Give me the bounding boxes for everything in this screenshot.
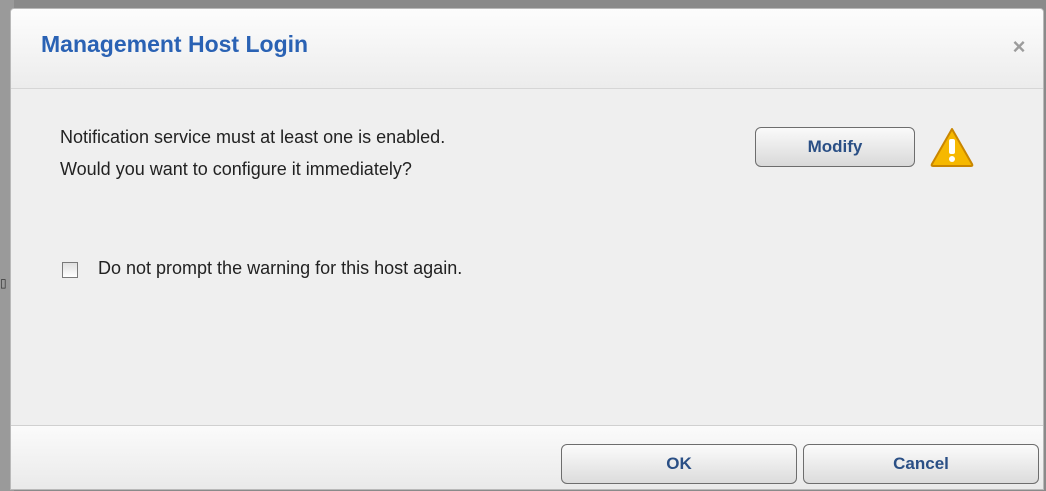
notification-message: Notification service must at least one i… [60, 121, 445, 185]
do-not-prompt-label: Do not prompt the warning for this host … [98, 258, 463, 278]
message-line-2: Would you want to configure it immediate… [60, 159, 412, 179]
dialog-titlebar: Management Host Login × [11, 9, 1043, 89]
dialog-title: Management Host Login [41, 31, 309, 57]
close-icon[interactable]: × [1009, 36, 1029, 58]
do-not-prompt-checkbox[interactable] [62, 262, 78, 278]
background-window-edge: ▯ [0, 276, 7, 290]
warning-icon [930, 128, 974, 167]
ok-button[interactable]: OK [561, 444, 797, 484]
message-line-1: Notification service must at least one i… [60, 127, 446, 147]
dialog-footer: OK Cancel [11, 425, 1043, 489]
modify-button[interactable]: Modify [755, 127, 915, 167]
management-host-login-dialog: Management Host Login × Notification ser… [10, 8, 1044, 490]
cancel-button[interactable]: Cancel [803, 444, 1039, 484]
